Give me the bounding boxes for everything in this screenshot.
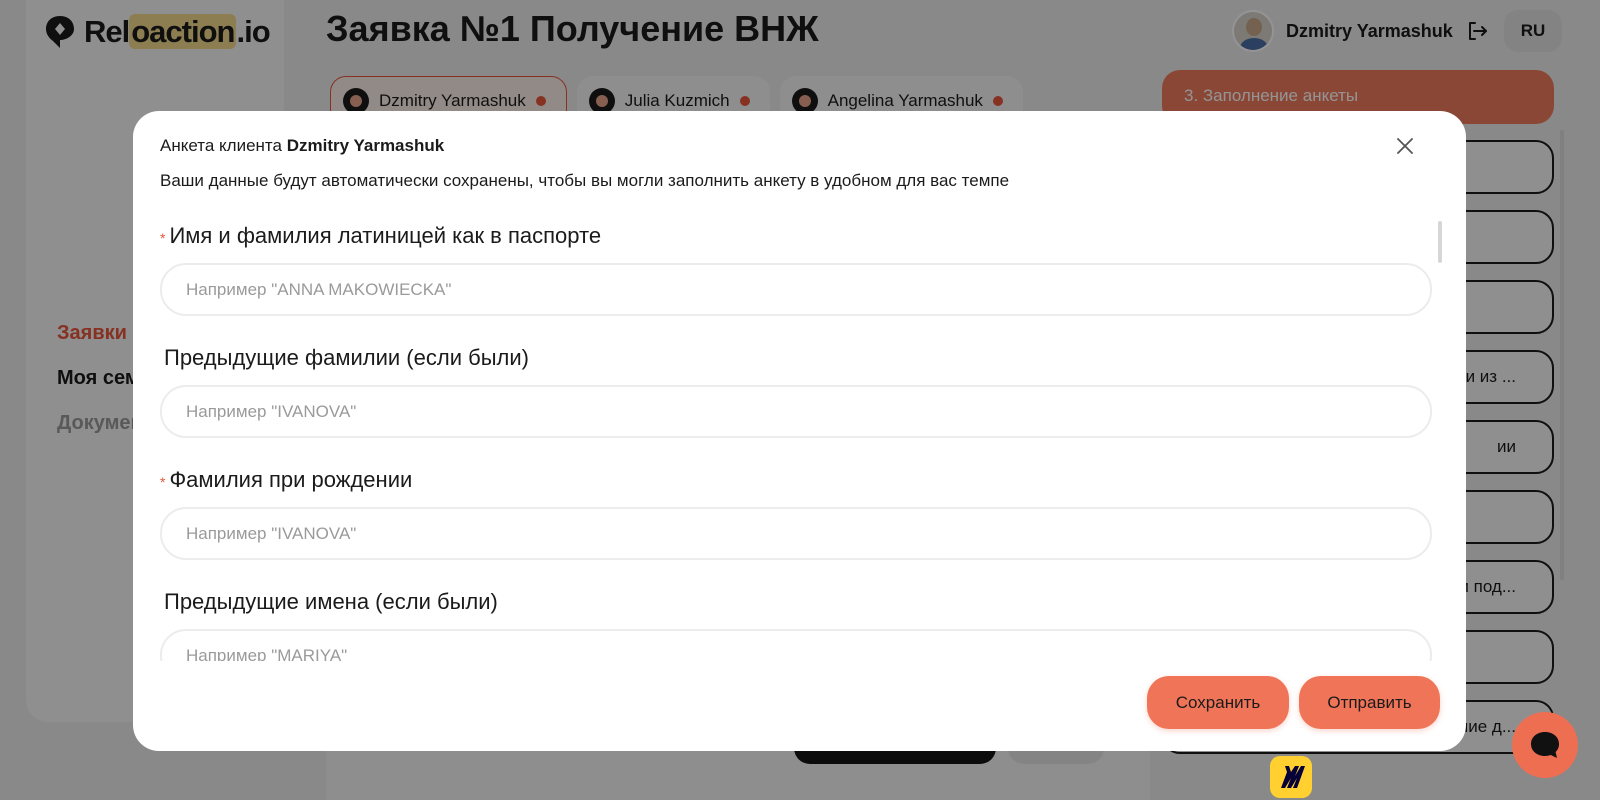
previous-names-input[interactable]	[160, 629, 1432, 661]
form-field-previous-surnames: Предыдущие фамилии (если были)	[160, 333, 1432, 455]
close-icon	[1397, 138, 1413, 154]
save-button[interactable]: Сохранить	[1147, 676, 1289, 729]
form-fields: * Имя и фамилия латиницей как в паспорте …	[160, 211, 1432, 661]
form-field-name-latin: * Имя и фамилия латиницей как в паспорте	[160, 211, 1432, 333]
modal-heading: Анкета клиента Dzmitry Yarmashuk	[160, 136, 445, 155]
miro-logo-icon	[1281, 766, 1305, 788]
submit-button[interactable]: Отправить	[1299, 676, 1440, 729]
previous-surnames-input[interactable]	[160, 385, 1432, 438]
field-label: * Фамилия при рождении	[160, 467, 413, 492]
chat-bubble-icon	[1531, 732, 1559, 758]
required-mark: *	[160, 230, 166, 246]
miro-icon[interactable]	[1270, 756, 1312, 798]
field-label: Предыдущие имена (если были)	[164, 589, 498, 614]
form-field-birth-surname: * Фамилия при рождении	[160, 455, 1432, 577]
field-label: * Имя и фамилия латиницей как в паспорте	[160, 223, 602, 248]
form-field-previous-names: Предыдущие имена (если были)	[160, 577, 1432, 661]
required-mark: *	[160, 474, 166, 490]
client-form-modal: Анкета клиента Dzmitry Yarmashuk Ваши да…	[133, 111, 1466, 751]
modal-client-name: Dzmitry Yarmashuk	[286, 136, 445, 155]
modal-scrollbar[interactable]	[1438, 221, 1442, 263]
chat-button[interactable]	[1512, 712, 1578, 778]
name-latin-input[interactable]	[160, 263, 1432, 316]
modal-subtitle: Ваши данные будут автоматически сохранен…	[160, 171, 1010, 190]
birth-surname-input[interactable]	[160, 507, 1432, 560]
field-label: Предыдущие фамилии (если были)	[164, 345, 529, 370]
close-button[interactable]	[1390, 131, 1420, 161]
